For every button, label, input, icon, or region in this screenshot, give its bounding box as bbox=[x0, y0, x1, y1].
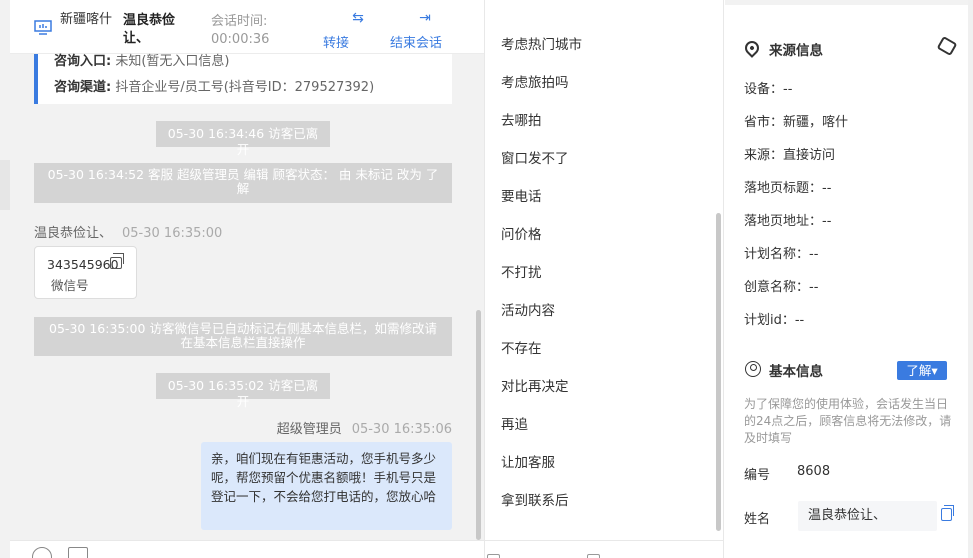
id-value: 8608 bbox=[797, 464, 831, 479]
system-message: 05-30 16:35:02 访客已离开 bbox=[156, 373, 330, 409]
swap-arrows-icon: ⇆ bbox=[352, 10, 364, 26]
visitor-name: 温良恭俭让、 bbox=[123, 13, 176, 46]
basic-info-title: 基本信息 bbox=[745, 360, 823, 380]
quick-reply-item[interactable]: 窗口发不了 bbox=[501, 147, 569, 167]
source-channel: 来源：直接访问 bbox=[744, 148, 836, 163]
quick-reply-item[interactable]: 活动内容 bbox=[501, 299, 555, 319]
id-label: 编号 bbox=[744, 468, 771, 483]
visitor-sender-name: 温良恭俭让、 bbox=[34, 226, 113, 241]
copy-icon[interactable] bbox=[110, 253, 124, 269]
name-label: 姓名 bbox=[744, 512, 771, 527]
user-icon bbox=[745, 361, 761, 377]
customer-status-dropdown[interactable]: 了解▾ bbox=[897, 361, 947, 380]
exit-icon: ⇥ bbox=[419, 10, 431, 26]
chat-panel: 新疆喀什 温良恭俭让、 会话时间: 00:00:36 ⇆ 转接 ⇥ 结束会话 咨… bbox=[0, 0, 484, 558]
quick-reply-item[interactable]: 让加客服 bbox=[501, 451, 555, 471]
consult-channel-label: 咨询渠道: bbox=[54, 80, 112, 95]
quick-reply-item[interactable]: 要电话 bbox=[501, 185, 542, 205]
info-scrollbar[interactable] bbox=[968, 0, 973, 558]
quick-reply-footer bbox=[485, 540, 723, 558]
session-time-label: 会话时间: bbox=[211, 14, 268, 29]
end-session-label: 结束会话 bbox=[390, 36, 443, 51]
consult-channel-row: 咨询渠道: 抖音企业号/员工号(抖音号ID：279527392) bbox=[54, 76, 374, 95]
end-session-button[interactable]: ⇥ 结束会话 bbox=[390, 8, 460, 51]
quick-reply-scrollbar[interactable] bbox=[716, 213, 721, 531]
quick-reply-item[interactable]: 再追 bbox=[501, 413, 528, 433]
consult-entry-value: 未知(暂无入口信息) bbox=[115, 54, 230, 69]
quick-reply-item[interactable]: 对比再决定 bbox=[501, 375, 569, 395]
visitor-region: 新疆喀什 bbox=[60, 12, 113, 27]
creative-name: 创意名称：-- bbox=[744, 280, 819, 295]
system-message: 05-30 16:34:52 客服 超级管理员 编辑 顾客状态： 由 未标记 改… bbox=[34, 163, 452, 203]
copy-icon[interactable] bbox=[941, 505, 954, 521]
quick-reply-panel: 考虑热门城市 考虑旅拍吗去哪拍窗口发不了要电话问价格不打扰活动内容不存在对比再决定… bbox=[484, 0, 724, 558]
basic-info-hint: 为了保障您的使用体验，会话发生当日的24点之后，顾客信息将无法修改，请及时填写 bbox=[744, 397, 952, 445]
visitor-sender-line: 温良恭俭让、 05-30 16:35:00 bbox=[34, 222, 222, 241]
consult-entry-label: 咨询入口: bbox=[54, 54, 112, 69]
quick-reply-item[interactable]: 去哪拍 bbox=[501, 109, 542, 129]
consult-info-card: 咨询入口: 未知(暂无入口信息) 咨询渠道: 抖音企业号/员工号(抖音号ID：2… bbox=[34, 54, 452, 104]
agent-sender-name: 超级管理员 bbox=[276, 422, 342, 437]
checkbox[interactable] bbox=[587, 554, 600, 558]
system-message: 05-30 16:34:46 访客已离开 bbox=[156, 121, 330, 157]
source-province: 省市：新疆，喀什 bbox=[744, 115, 849, 130]
quick-reply-item[interactable]: 考虑旅拍吗 bbox=[501, 71, 569, 91]
consult-channel-value: 抖音企业号/员工号(抖音号ID：279527392) bbox=[115, 80, 375, 95]
agent-message-time: 05-30 16:35:06 bbox=[351, 422, 452, 437]
landing-url: 落地页地址：-- bbox=[744, 214, 832, 229]
consult-entry-row: 咨询入口: 未知(暂无入口信息) bbox=[54, 50, 230, 69]
landing-title: 落地页标题：-- bbox=[744, 181, 832, 196]
chat-toolbar bbox=[10, 540, 484, 558]
settings-icon[interactable] bbox=[936, 35, 958, 57]
location-pin-icon bbox=[742, 38, 762, 58]
name-field[interactable]: 温良恭俭让、 bbox=[798, 501, 937, 531]
chat-scrollbar[interactable] bbox=[476, 310, 481, 540]
visitor-message-time: 05-30 16:35:00 bbox=[122, 226, 223, 241]
agent-message-bubble: 亲，咱们现在有钜惠活动，您手机号多少呢，帮您预留个优惠名额哦！手机号只是登记一下… bbox=[201, 442, 452, 530]
wechat-card[interactable]: 343545960 微信号 bbox=[34, 246, 137, 299]
wechat-label: 微信号 bbox=[51, 278, 89, 293]
quick-reply-item[interactable]: 拿到联系后 bbox=[501, 489, 569, 509]
monitor-chart-icon bbox=[34, 20, 52, 35]
session-time-value: 00:00:36 bbox=[211, 32, 270, 47]
left-edge-strip bbox=[0, 160, 10, 210]
plan-name: 计划名称：-- bbox=[744, 247, 819, 262]
quick-reply-item[interactable]: 不打扰 bbox=[501, 261, 542, 281]
transfer-label: 转接 bbox=[323, 36, 350, 51]
session-header: 新疆喀什 温良恭俭让、 会话时间: 00:00:36 ⇆ 转接 ⇥ 结束会话 bbox=[10, 0, 484, 54]
quick-reply-item[interactable]: 不存在 bbox=[501, 337, 542, 357]
chat-workspace: 新疆喀什 温良恭俭让、 会话时间: 00:00:36 ⇆ 转接 ⇥ 结束会话 咨… bbox=[0, 0, 973, 558]
plan-id: 计划id：-- bbox=[744, 313, 805, 328]
source-info-title: 来源信息 bbox=[742, 38, 823, 59]
visitor-info-panel: 来源信息 设备：-- 省市：新疆，喀什 来源：直接访问 落地页标题：-- 落地页… bbox=[725, 0, 973, 558]
system-message: 05-30 16:35:00 访客微信号已自动标记右侧基本信息栏，如需修改请在基… bbox=[34, 317, 452, 356]
agent-sender-line: 超级管理员 05-30 16:35:06 bbox=[277, 418, 452, 437]
wechat-number: 343545960 bbox=[47, 257, 119, 272]
image-icon[interactable] bbox=[68, 547, 88, 558]
checkbox[interactable] bbox=[487, 554, 500, 558]
transfer-button[interactable]: ⇆ 转接 bbox=[323, 8, 393, 51]
quick-reply-item[interactable]: 考虑热门城市 bbox=[501, 33, 582, 53]
source-device: 设备：-- bbox=[744, 82, 793, 97]
quick-reply-item[interactable]: 问价格 bbox=[501, 223, 542, 243]
emoji-icon[interactable] bbox=[32, 547, 52, 558]
